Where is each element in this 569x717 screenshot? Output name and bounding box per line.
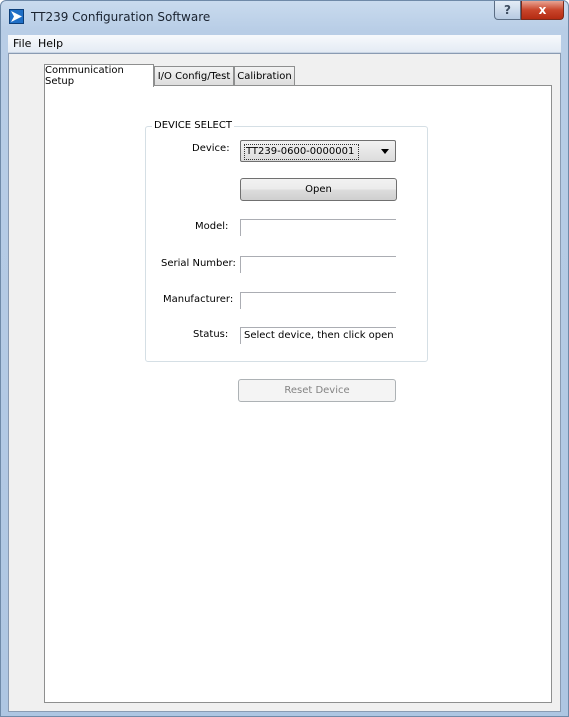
tab-calibration-label: Calibration [237, 71, 292, 82]
tab-calibration[interactable]: Calibration [234, 66, 295, 86]
model-field [240, 219, 396, 236]
client-area: Communication Setup I/O Config/Test Cali… [8, 53, 561, 712]
menu-file-label: File [13, 37, 32, 50]
tab-io-config-test[interactable]: I/O Config/Test [154, 66, 234, 86]
menu-help[interactable]: Help [38, 37, 63, 50]
device-label: Device: [192, 143, 230, 154]
window-title: TT239 Configuration Software [31, 10, 211, 24]
close-button[interactable]: x [521, 1, 564, 20]
device-dropdown[interactable]: TT239-0600-0000001 [240, 140, 396, 162]
serial-number-field [240, 256, 396, 273]
help-title-button[interactable]: ? [494, 1, 521, 20]
tab-communication-setup[interactable]: Communication Setup [44, 64, 154, 87]
status-label: Status: [193, 329, 229, 340]
title-bar[interactable]: TT239 Configuration Software ? x [1, 1, 568, 31]
reset-device-button[interactable]: Reset Device [238, 379, 396, 402]
serial-number-label: Serial Number: [161, 258, 236, 269]
app-logo-icon [9, 9, 24, 24]
device-select-title: DEVICE SELECT [152, 120, 234, 131]
open-button[interactable]: Open [240, 178, 397, 201]
tab-communication-setup-label: Communication Setup [45, 65, 124, 87]
menu-help-label: Help [38, 37, 64, 50]
device-select-group: DEVICE SELECT Device: TT239-0600-0000001… [145, 120, 428, 362]
device-dropdown-value: TT239-0600-0000001 [244, 144, 360, 160]
manufacturer-label: Manufacturer: [163, 294, 234, 305]
chevron-down-icon [381, 149, 389, 154]
communication-setup-panel: DEVICE SELECT Device: TT239-0600-0000001… [44, 85, 552, 703]
status-field: Select device, then click open [240, 327, 396, 344]
menu-bar: File Help [8, 35, 561, 53]
manufacturer-field [240, 292, 396, 309]
app-window: TT239 Configuration Software ? x File He… [0, 0, 569, 717]
tab-io-config-test-label: I/O Config/Test [157, 71, 231, 82]
model-label: Model: [195, 221, 229, 232]
menu-file[interactable]: File [13, 37, 31, 50]
